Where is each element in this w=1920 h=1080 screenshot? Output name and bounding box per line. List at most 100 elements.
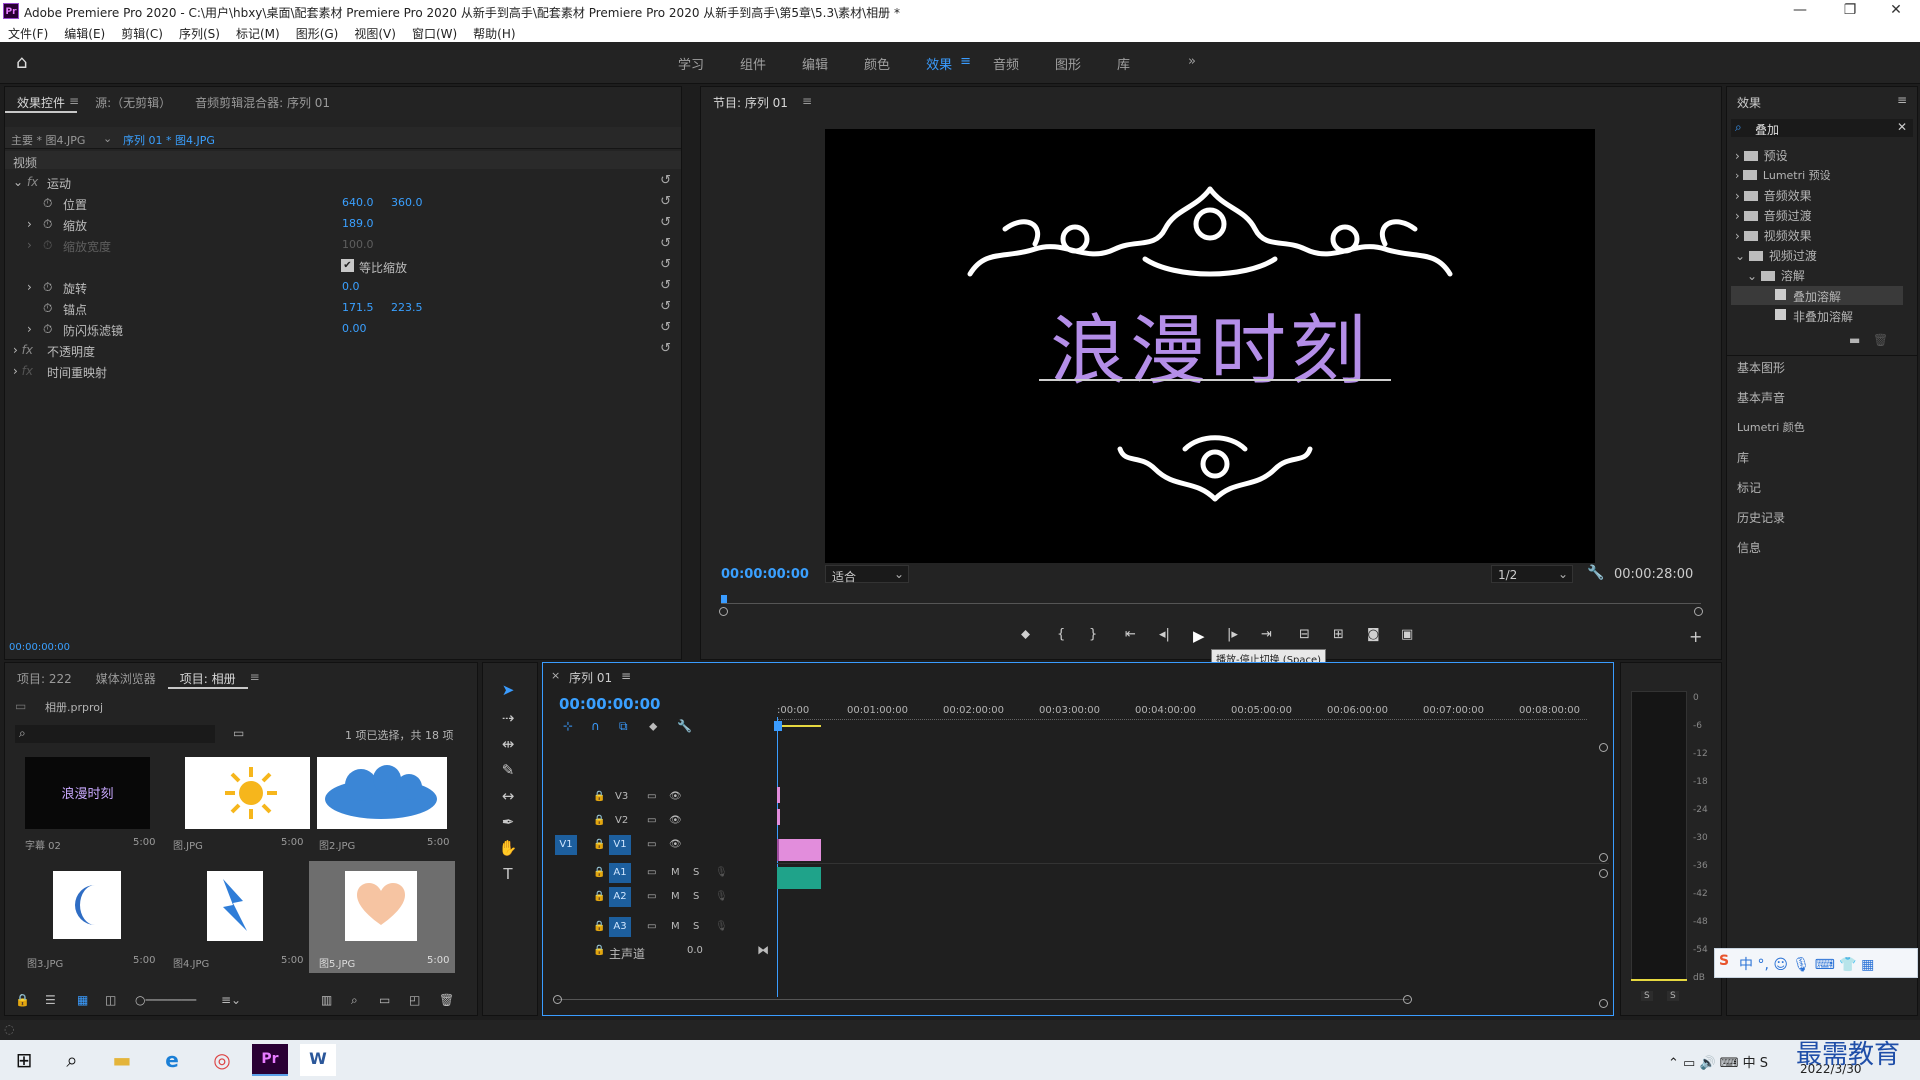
- type-tool-icon[interactable]: T: [497, 865, 519, 887]
- menu-edit[interactable]: 编辑(E): [56, 22, 113, 42]
- add-button-icon[interactable]: +: [1689, 627, 1702, 646]
- sync-lock-icon[interactable]: ▭: [647, 815, 656, 826]
- uniform-scale-checkbox[interactable]: ✔: [341, 259, 354, 272]
- edge-browser-icon[interactable]: e: [154, 1045, 190, 1075]
- clip-v1[interactable]: [777, 839, 821, 861]
- ime-toolbar[interactable]: S 中 °, ☺ 🎙 ⌨ 👕 ▦: [1714, 948, 1918, 978]
- menu-marker[interactable]: 标记(M): [228, 22, 288, 42]
- menu-view[interactable]: 视图(V): [346, 22, 404, 42]
- effects-panel-title[interactable]: 效果: [1737, 94, 1761, 111]
- timeline-timecode[interactable]: 00:00:00:00: [559, 695, 661, 713]
- section-libraries[interactable]: 库: [1737, 449, 1749, 466]
- time-ruler[interactable]: :00:00 00:01:00:00 00:02:00:00 00:03:00:…: [777, 705, 1597, 735]
- mic-icon[interactable]: 🎙: [715, 921, 728, 932]
- reset-icon[interactable]: ↺: [660, 257, 671, 272]
- mute-button[interactable]: M: [671, 867, 680, 878]
- windows-start-icon[interactable]: ⊞: [6, 1045, 42, 1075]
- scale-row[interactable]: › ⏱ 缩放 189.0 ↺: [5, 213, 681, 234]
- time-remap-row[interactable]: › fx 时间重映射: [5, 360, 681, 381]
- slip-tool-icon[interactable]: ↔: [497, 787, 519, 809]
- close-icon[interactable]: ×: [551, 669, 560, 682]
- tree-item-non-additive-dissolve[interactable]: 非叠加溶解: [1731, 306, 1903, 325]
- workspace-tab-libraries[interactable]: 库: [1117, 54, 1130, 73]
- tab-source[interactable]: 源:（无剪辑）: [83, 87, 183, 113]
- premiere-taskbar-icon[interactable]: Pr: [252, 1044, 288, 1076]
- section-essential-sound[interactable]: 基本声音: [1737, 389, 1785, 406]
- sync-lock-icon[interactable]: ▭: [647, 891, 656, 902]
- play-icon[interactable]: ▶: [1193, 627, 1205, 645]
- linked-selection-icon[interactable]: ⧉: [619, 719, 628, 734]
- mark-out-icon[interactable]: }: [1089, 627, 1097, 642]
- stopwatch-icon[interactable]: ⏱: [43, 301, 52, 316]
- meter-solo-left[interactable]: S: [1641, 991, 1653, 1001]
- menu-file[interactable]: 文件(F): [0, 22, 56, 42]
- file-explorer-icon[interactable]: ▬: [104, 1045, 140, 1075]
- resolution-dropdown[interactable]: 1/2 ⌄: [1491, 565, 1573, 583]
- tree-item-video-effects[interactable]: › 视频效果: [1735, 227, 1812, 244]
- menu-help[interactable]: 帮助(H): [465, 22, 523, 42]
- go-to-edit-icon[interactable]: ⧓: [757, 943, 769, 957]
- mute-button[interactable]: M: [671, 891, 680, 902]
- rotation-row[interactable]: › ⏱ 旋转 0.0 ↺: [5, 276, 681, 297]
- chevron-down-icon[interactable]: ⌄: [103, 132, 112, 145]
- workspace-tab-audio[interactable]: 音频: [993, 54, 1019, 73]
- reset-icon[interactable]: ↺: [660, 194, 671, 209]
- workspace-tab-graphics[interactable]: 图形: [1055, 54, 1081, 73]
- tab-menu-icon[interactable]: ≡: [238, 663, 272, 689]
- lock-icon[interactable]: 🔒: [593, 921, 605, 932]
- chevron-right-icon[interactable]: ›: [27, 280, 32, 294]
- tray-icons[interactable]: ⌃ ▭ 🔊 ⌨ 中 S: [1668, 1052, 1768, 1071]
- track-label-a3[interactable]: A3: [609, 917, 631, 937]
- lock-icon[interactable]: 🔒: [593, 815, 605, 826]
- close-icon[interactable]: ✕: [1876, 2, 1916, 20]
- go-to-out-icon[interactable]: ⇥: [1261, 627, 1272, 642]
- meter-solo-right[interactable]: S: [1667, 991, 1679, 1001]
- reset-icon[interactable]: ↺: [660, 236, 671, 251]
- solo-button[interactable]: S: [693, 921, 699, 932]
- track-select-tool-icon[interactable]: ⇢: [497, 709, 519, 731]
- menu-sequence[interactable]: 序列(S): [171, 22, 228, 42]
- sequence-tab[interactable]: 序列 01: [569, 669, 612, 686]
- home-icon[interactable]: ⌂: [16, 52, 27, 73]
- horizontal-scrollbar[interactable]: [553, 995, 1413, 1007]
- chevron-right-icon[interactable]: ›: [27, 217, 32, 231]
- track-label-a2[interactable]: A2: [609, 887, 631, 907]
- icon-view-icon[interactable]: ▦: [77, 993, 88, 1007]
- reset-icon[interactable]: ↺: [660, 299, 671, 314]
- tree-item-dissolve[interactable]: ⌄ 溶解: [1747, 267, 1805, 284]
- lock-icon[interactable]: 🔒: [593, 867, 605, 878]
- step-forward-icon[interactable]: |▸: [1227, 627, 1238, 642]
- delete-icon[interactable]: 🗑: [1873, 333, 1888, 347]
- menu-graphics[interactable]: 图形(G): [288, 22, 347, 42]
- anchor-row[interactable]: ⏱ 锚点 171.5 223.5 ↺: [5, 297, 681, 318]
- workspace-tab-color[interactable]: 颜色: [864, 54, 890, 73]
- position-x-value[interactable]: 640.0: [342, 196, 374, 209]
- anchor-x-value[interactable]: 171.5: [342, 301, 374, 314]
- project-item-cloud[interactable]: [317, 757, 447, 829]
- camera-icon[interactable]: ◙: [1367, 627, 1380, 642]
- add-marker-icon[interactable]: ⬥: [1021, 627, 1030, 642]
- tree-item-audio-transitions[interactable]: › 音频过渡: [1735, 207, 1812, 224]
- track-label-a1[interactable]: A1: [609, 863, 631, 883]
- word-taskbar-icon[interactable]: W: [300, 1044, 336, 1076]
- project-item-sun[interactable]: [185, 757, 310, 829]
- lift-icon[interactable]: ⊟: [1299, 627, 1310, 642]
- lock-icon[interactable]: 🔒: [593, 945, 605, 956]
- workspace-tab-learn[interactable]: 学习: [678, 54, 704, 73]
- reset-icon[interactable]: ↺: [660, 341, 671, 356]
- wrench-icon[interactable]: 🔧: [1587, 565, 1604, 581]
- sequence-clip-label[interactable]: 序列 01 * 图4.JPG: [123, 132, 215, 148]
- sort-icon[interactable]: ≡⌄: [221, 993, 241, 1007]
- master-volume-value[interactable]: 0.0: [687, 945, 703, 956]
- mute-button[interactable]: M: [671, 921, 680, 932]
- go-to-in-icon[interactable]: ⇤: [1125, 627, 1136, 642]
- sogou-ime-icon[interactable]: S: [1719, 953, 1729, 969]
- list-view-icon[interactable]: ☰: [45, 993, 56, 1007]
- rotation-value[interactable]: 0.0: [342, 280, 360, 293]
- tree-item-presets[interactable]: › 预设: [1735, 147, 1788, 164]
- section-essential-graphics[interactable]: 基本图形: [1737, 359, 1785, 376]
- program-monitor-title[interactable]: 节目: 序列 01: [701, 87, 800, 113]
- sync-lock-icon[interactable]: ▭: [647, 791, 656, 802]
- wrench-icon[interactable]: 🔧: [677, 719, 692, 733]
- clip-v2[interactable]: [777, 809, 780, 825]
